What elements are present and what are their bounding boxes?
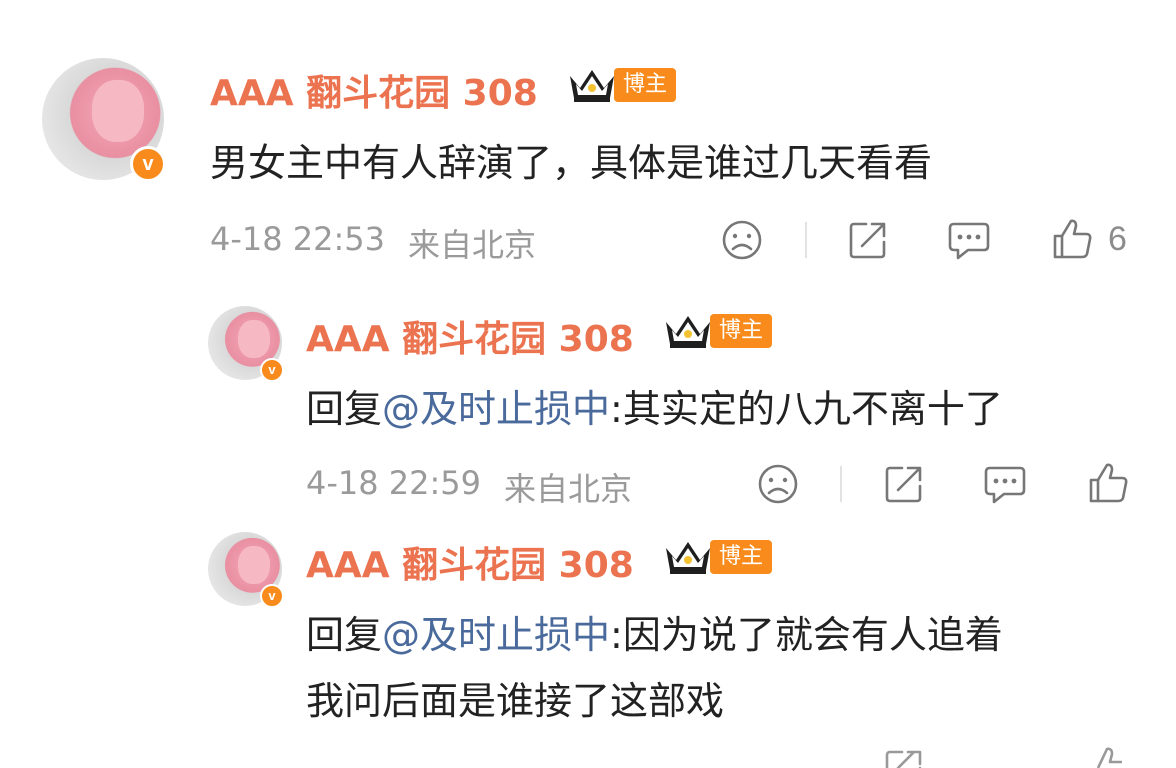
reply-body: :其实定的八九不离十了 (610, 387, 1003, 431)
avatar[interactable]: v (208, 306, 284, 382)
avatar-face (92, 80, 144, 142)
username[interactable]: AAA 翻斗花园 308 (306, 310, 634, 362)
sad-face-icon[interactable] (720, 218, 764, 262)
avatar-face (238, 320, 270, 358)
divider (805, 222, 807, 258)
blogger-badge: 博主 (710, 540, 772, 574)
reply-body: :因为说了就会有人追着 (610, 613, 1003, 657)
divider (840, 466, 842, 502)
share-icon[interactable] (846, 218, 890, 262)
crown-icon (666, 316, 710, 348)
comment-icon[interactable] (982, 462, 1028, 506)
sad-face-icon[interactable] (756, 462, 800, 506)
blogger-badge: 博主 (614, 68, 676, 102)
avatar[interactable]: v (42, 58, 166, 182)
username[interactable]: AAA 翻斗花园 308 (210, 64, 538, 116)
share-icon[interactable] (882, 746, 926, 768)
mention-link[interactable]: @及时止损中 (382, 387, 610, 431)
comment-location: 来自北京 (504, 470, 633, 508)
comment-text: 回复@及时止损中:其实定的八九不离十了 (306, 378, 1003, 433)
comment-icon[interactable] (946, 218, 992, 262)
avatar-face (238, 546, 270, 584)
blogger-badge: 博主 (710, 314, 772, 348)
thumbs-up-icon[interactable] (1086, 460, 1130, 506)
mention-link[interactable]: @及时止损中 (382, 613, 610, 657)
share-icon[interactable] (882, 462, 926, 506)
comment-text-line2: 我问后面是谁接了这部戏 (306, 679, 725, 723)
verified-badge-icon: v (260, 584, 284, 608)
reply-prefix: 回复 (306, 613, 383, 657)
comment-timestamp: 4-18 22:59 (306, 464, 482, 502)
comment-location: 来自北京 (408, 226, 537, 264)
verified-badge-icon: v (260, 358, 284, 382)
crown-icon (666, 542, 710, 574)
comment-timestamp: 4-18 22:53 (210, 220, 386, 258)
username[interactable]: AAA 翻斗花园 308 (306, 536, 634, 588)
reply-prefix: 回复 (306, 387, 383, 431)
like-count: 6 (1108, 220, 1127, 258)
avatar[interactable]: v (208, 532, 284, 608)
comment-text: 男女主中有人辞演了，具体是谁过几天看看 (210, 141, 933, 185)
thumbs-up-icon[interactable] (1050, 216, 1094, 262)
crown-icon (570, 70, 614, 102)
comment-text: 回复@及时止损中:因为说了就会有人追着 (306, 604, 1003, 659)
thumbs-up-icon[interactable] (1086, 744, 1130, 768)
verified-badge-icon: v (130, 146, 166, 182)
